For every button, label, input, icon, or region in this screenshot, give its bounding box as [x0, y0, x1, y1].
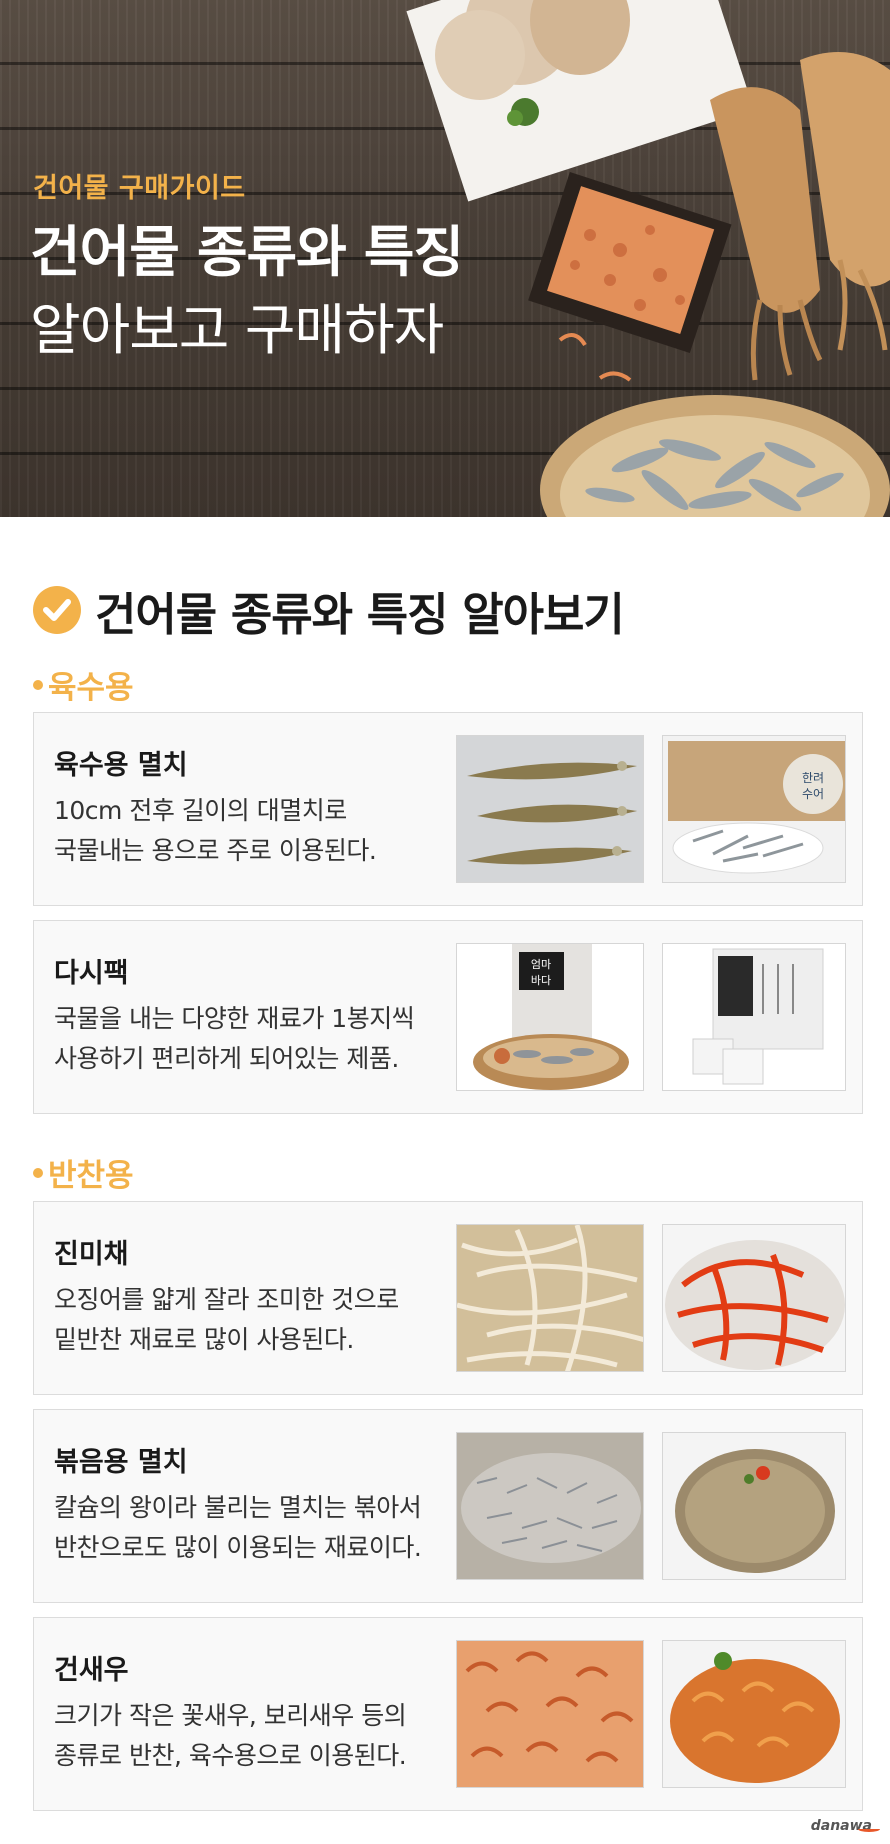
dashi-pack-sachet-photo — [662, 943, 846, 1091]
card-title: 진미채 — [54, 1239, 129, 1270]
card-title: 건새우 — [54, 1655, 129, 1686]
svg-text:한려: 한려 — [802, 771, 824, 785]
product-card: 다시팩 국물을 내는 다양한 재료가 1봉지씩 사용하기 편리하게 되어있는 제… — [33, 920, 863, 1114]
product-card: 건새우 크기가 작은 꽃새우, 보리새우 등의 종류로 반찬, 육수용으로 이용… — [33, 1617, 863, 1811]
card-description: 국물을 내는 다양한 재료가 1봉지씩 사용하기 편리하게 되어있는 제품. — [54, 1004, 415, 1073]
stir-fried-shrimp-photo — [662, 1640, 846, 1788]
bullet-icon — [33, 1167, 43, 1178]
card-description: 10cm 전후 길이의 대멸치로 국물내는 용으로 주로 이용된다. — [54, 796, 377, 865]
danawa-logo: danawa — [811, 1818, 880, 1834]
card-title: 볶음용 멸치 — [54, 1447, 188, 1478]
card-description: 칼슘의 왕이라 불리는 멸치는 볶아서 반찬으로도 많이 이용되는 재료이다. — [54, 1493, 422, 1562]
dried-squid-image — [710, 52, 890, 381]
fish-plate-image — [406, 0, 754, 202]
anchovy-box-photo: 한려 수어 — [662, 735, 846, 883]
hero-banner: 건어물 구매가이드 건어물 종류와 특징 알아보고 구매하자 — [0, 0, 890, 517]
logo-swoosh-icon — [858, 1826, 880, 1832]
svg-text:엄마: 엄마 — [531, 958, 551, 971]
large-anchovy-photo — [456, 735, 644, 883]
product-card: 진미채 오징어를 얇게 잘라 조미한 것으로 밑반찬 재료로 많이 사용된다. — [33, 1201, 863, 1395]
svg-text:바다: 바다 — [531, 974, 551, 987]
product-card: 볶음용 멸치 칼슘의 왕이라 불리는 멸치는 볶아서 반찬으로도 많이 이용되는… — [33, 1409, 863, 1603]
dried-shrimp-photo — [456, 1640, 644, 1788]
bullet-icon — [33, 679, 43, 690]
section-title: 건어물 종류와 특징 알아보기 — [95, 587, 625, 641]
hero-subtitle: 건어물 구매가이드 — [33, 173, 246, 204]
product-card: 육수용 멸치 10cm 전후 길이의 대멸치로 국물내는 용으로 주로 이용된다… — [33, 712, 863, 906]
shrimp-dish-image — [528, 172, 732, 382]
stir-fried-anchovy-photo — [662, 1432, 846, 1580]
hero-title-line1: 건어물 종류와 특징 — [30, 220, 464, 284]
card-title: 다시팩 — [54, 958, 129, 989]
anchovy-basket-image — [540, 395, 890, 517]
seasoned-squid-photo — [662, 1224, 846, 1372]
card-description: 오징어를 얇게 잘라 조미한 것으로 밑반찬 재료로 많이 사용된다. — [54, 1285, 399, 1354]
dried-squid-strips-photo — [456, 1224, 644, 1372]
section-header: 건어물 종류와 특징 알아보기 — [33, 580, 625, 641]
small-anchovy-photo — [456, 1432, 644, 1580]
category-label-broth: 육수용 — [33, 662, 134, 707]
category-label-side-dish: 반찬용 — [33, 1150, 134, 1195]
card-description: 크기가 작은 꽃새우, 보리새우 등의 종류로 반찬, 육수용으로 이용된다. — [54, 1701, 407, 1770]
card-title: 육수용 멸치 — [54, 750, 188, 781]
check-circle-icon — [33, 586, 81, 634]
dashi-pack-bag-photo: 엄마 바다 — [456, 943, 644, 1091]
hero-title-line2: 알아보고 구매하자 — [30, 298, 444, 362]
svg-text:수어: 수어 — [802, 787, 824, 801]
